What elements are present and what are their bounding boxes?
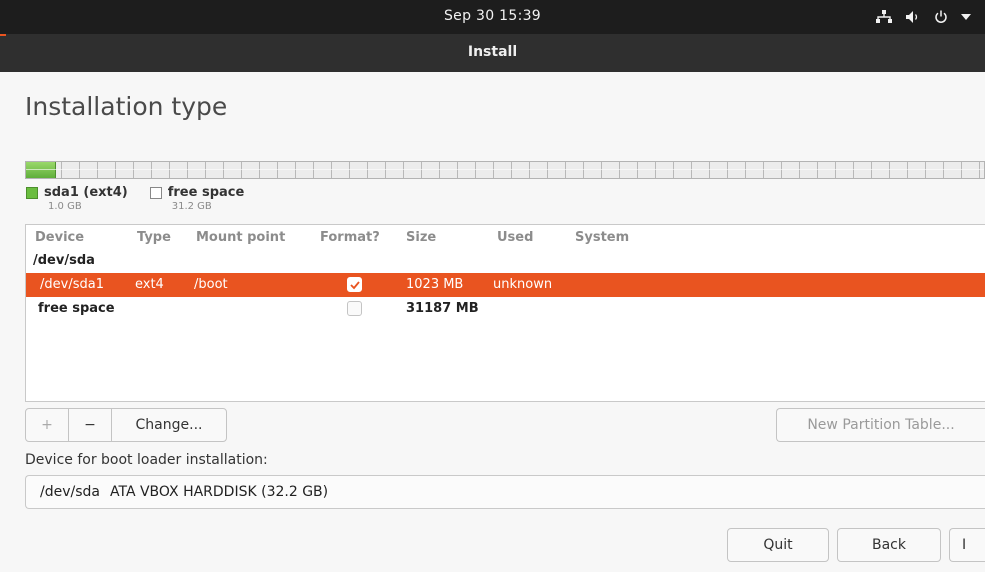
system-tray[interactable] [876,6,971,28]
col-format[interactable]: Format? [320,230,380,245]
remove-partition-button[interactable]: − [69,409,112,441]
col-used[interactable]: Used [497,230,533,245]
change-partition-button[interactable]: Change... [112,409,226,441]
col-size[interactable]: Size [406,230,436,245]
legend-swatch-free-space [149,186,162,199]
back-button[interactable]: Back [837,528,941,562]
legend-item-free-space: free space 31.2 GB [149,185,245,212]
cell-device: /dev/sda1 [40,277,104,292]
bootloader-label: Device for boot loader installation: [25,452,268,468]
cell-type: ext4 [135,277,164,292]
window-title: Install [467,44,518,60]
page-title: Installation type [25,92,228,121]
cell-size: 31187 MB [406,301,479,316]
legend-label-free-space: free space [167,185,245,200]
add-partition-button[interactable]: + [26,409,69,441]
partition-legend: sda1 (ext4) 1.0 GB free space 31.2 GB [26,185,244,212]
install-now-button[interactable]: I [949,528,985,562]
system-top-bar: Sep 30 15:39 [0,0,985,34]
bootloader-device: /dev/sda [40,484,100,500]
legend-label-sda1: sda1 (ext4) [44,185,128,200]
cell-used: unknown [493,277,553,292]
bootloader-description: ATA VBOX HARDDISK (32.2 GB) [109,484,329,500]
partition-table[interactable]: Device Type Mount point Format? Size Use… [25,224,985,402]
partition-bar-used [26,162,56,178]
format-checkbox[interactable] [347,277,362,292]
legend-size-free-space: 31.2 GB [171,201,212,212]
title-accent [0,34,6,36]
cell-device: free space [38,301,115,316]
menu-arrow-icon[interactable] [961,13,971,21]
col-mount-point[interactable]: Mount point [196,230,285,245]
col-system[interactable]: System [575,230,629,245]
table-row-device[interactable]: /dev/sda [26,249,985,273]
new-partition-table-button[interactable]: New Partition Table... [776,408,985,442]
window-title-bar: Install [0,34,985,72]
partition-actions: + − Change... [25,408,227,442]
cell-size: 1023 MB [406,277,464,292]
partition-bar [25,161,985,179]
checkmark-icon [350,281,360,290]
quit-button[interactable]: Quit [727,528,829,562]
clock[interactable]: Sep 30 15:39 [0,8,985,24]
table-row[interactable]: /dev/sda1 ext4 /boot 1023 MB unknown [26,273,985,297]
cell-mount: /boot [194,277,228,292]
installer-content: Installation type sda1 (ext4) 1.0 GB fre… [0,72,985,572]
legend-size-sda1: 1.0 GB [48,201,82,212]
table-row[interactable]: free space 31187 MB [26,297,985,321]
partition-bar-sheen [26,169,984,170]
col-device[interactable]: Device [35,230,84,245]
device-name: /dev/sda [33,253,95,268]
legend-swatch-sda1 [26,186,38,199]
format-checkbox[interactable] [347,301,362,316]
power-icon[interactable] [934,10,948,24]
table-header: Device Type Mount point Format? Size Use… [26,225,985,249]
volume-icon[interactable] [905,10,921,24]
network-icon[interactable] [876,10,892,24]
legend-item-sda1: sda1 (ext4) 1.0 GB [26,185,128,212]
col-type[interactable]: Type [137,230,171,245]
bootloader-device-select[interactable]: /dev/sda ATA VBOX HARDDISK (32.2 GB) [25,475,985,509]
